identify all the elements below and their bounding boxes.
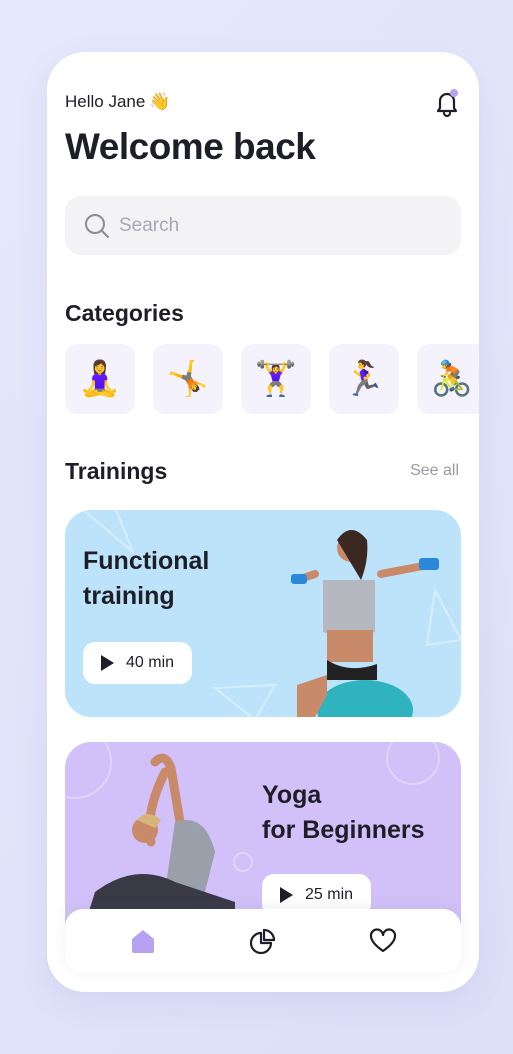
- search-icon: [85, 213, 109, 238]
- nav-favorites[interactable]: [369, 927, 397, 955]
- card-title-functional: Functional training: [83, 544, 209, 614]
- play-icon: [280, 887, 293, 903]
- page-title: Welcome back: [65, 126, 316, 167]
- nav-statistics[interactable]: [249, 927, 277, 955]
- phone-screen: Hello Jane 👋 Welcome back Categories 🧘‍♀…: [47, 52, 479, 992]
- category-weightlifting[interactable]: 🏋️‍♀️: [241, 344, 311, 414]
- categories-title: Categories: [65, 300, 184, 326]
- duration-button-functional[interactable]: 40 min: [83, 642, 193, 684]
- heart-icon: [369, 928, 397, 953]
- category-cartwheel[interactable]: 🤸: [153, 344, 223, 414]
- wave-emoji: 👋: [149, 92, 171, 111]
- see-all-link[interactable]: See all: [410, 462, 459, 480]
- category-running[interactable]: 🏃‍♀️: [329, 344, 399, 414]
- cycling-icon: 🚴: [430, 360, 474, 398]
- meditation-icon: 🧘‍♀️: [78, 360, 122, 398]
- categories-list: 🧘‍♀️ 🤸 🏋️‍♀️ 🏃‍♀️ 🚴: [65, 344, 479, 414]
- greeting: Hello Jane 👋: [65, 92, 171, 112]
- bottom-nav: [65, 909, 461, 973]
- home-icon: [132, 930, 154, 953]
- duration-label: 40 min: [126, 654, 175, 671]
- card-title-line1: Yoga: [262, 781, 322, 809]
- play-icon: [101, 655, 114, 671]
- card-title-line2: training: [83, 582, 175, 610]
- card-title-line1: Functional: [83, 547, 210, 575]
- category-cycling[interactable]: 🚴: [417, 344, 479, 414]
- duration-label: 25 min: [305, 886, 354, 903]
- trainings-title: Trainings: [65, 458, 168, 484]
- cartwheel-icon: 🤸: [166, 360, 210, 398]
- training-card-functional[interactable]: Functional training 40 min: [65, 510, 461, 717]
- category-meditation[interactable]: 🧘‍♀️: [65, 344, 135, 414]
- weightlifting-icon: 🏋️‍♀️: [254, 360, 298, 398]
- card-title-line2: for Beginners: [262, 816, 425, 844]
- pie-chart-icon: [249, 928, 276, 955]
- card-title-yoga: Yoga for Beginners: [262, 778, 425, 848]
- bell-icon[interactable]: [433, 88, 461, 118]
- nav-home[interactable]: [129, 927, 157, 955]
- search-bar[interactable]: [65, 196, 461, 255]
- notification-dot: [450, 89, 458, 97]
- running-icon: 🏃‍♀️: [342, 360, 386, 398]
- search-input[interactable]: [119, 214, 419, 237]
- greeting-text: Hello Jane: [65, 92, 146, 111]
